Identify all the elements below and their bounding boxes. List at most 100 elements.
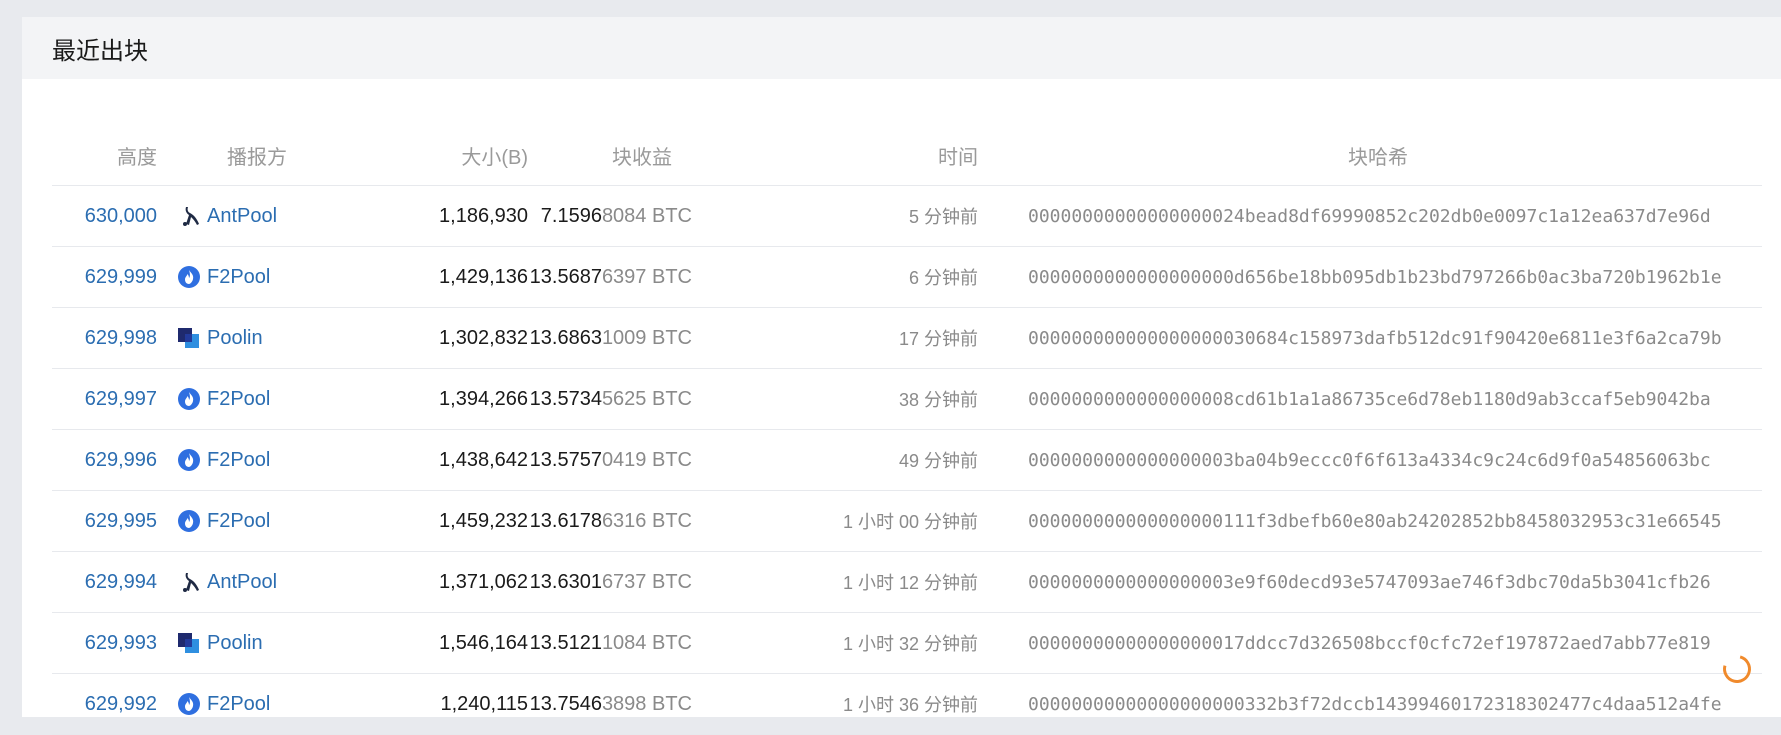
block-hash: 00000000000000000024bead8df69990852c202d… — [1028, 205, 1711, 227]
block-reward-main: 7.1596 — [540, 204, 602, 227]
pool-link[interactable]: AntPool — [207, 571, 277, 594]
header-hash: 块哈希 — [1348, 146, 1408, 169]
block-reward-cell: 13.6863 1009 BTC — [522, 308, 692, 368]
block-height-link[interactable]: 629,996 — [85, 449, 157, 472]
table-row: 629,999 F2Pool 1,429,136 13.5687 6397 BTC… — [52, 247, 1762, 308]
block-size-cell: 1,438,642 — [362, 430, 528, 490]
table-row: 629,993 Poolin 1,546,164 13.5121 1084 BTC… — [52, 613, 1762, 674]
block-hash-cell: 0000000000000000003e9f60decd93e5747093ae… — [1028, 552, 1748, 612]
f2pool-icon — [177, 509, 201, 533]
pool-link[interactable]: F2Pool — [207, 388, 270, 411]
table-row: 629,992 F2Pool 1,240,115 13.7546 3898 BTC… — [52, 674, 1762, 735]
block-height-link[interactable]: 629,997 — [85, 388, 157, 411]
block-reward-rest: 6316 BTC — [601, 509, 692, 532]
block-height-cell: 629,996 — [52, 430, 157, 490]
table-row: 629,997 F2Pool 1,394,266 13.5734 5625 BTC… — [52, 369, 1762, 430]
block-time-cell: 49 分钟前 — [752, 430, 978, 490]
block-reward-cell: 7.1596 8084 BTC — [532, 186, 692, 246]
block-reward-main: 13.7546 — [529, 692, 602, 715]
block-hash: 0000000000000000003ba04b9eccc0f6f613a433… — [1028, 449, 1711, 471]
antpool-icon — [177, 204, 201, 228]
block-hash: 00000000000000000000332b3f72dccb14399460… — [1028, 693, 1722, 715]
block-reward-main: 13.6863 — [529, 326, 602, 349]
block-reward-main: 13.5757 — [529, 448, 602, 471]
block-height-cell: 629,993 — [52, 613, 157, 673]
block-time-cell: 6 分钟前 — [752, 247, 978, 307]
block-time-cell: 1 小时 00 分钟前 — [752, 491, 978, 551]
block-height-link[interactable]: 630,000 — [85, 205, 157, 228]
block-size-cell: 1,240,115 — [362, 674, 529, 734]
block-reward-main: 13.6178 — [529, 509, 602, 532]
pool-link[interactable]: Poolin — [207, 632, 263, 655]
block-time: 17 分钟前 — [898, 329, 978, 349]
pool-link[interactable]: F2Pool — [207, 266, 270, 289]
pool-link[interactable]: AntPool — [207, 205, 277, 228]
table-row: 630,000 AntPool 1,186,930 7.1596 8084 BTC… — [52, 186, 1762, 247]
block-time-cell: 5 分钟前 — [752, 186, 978, 246]
block-reward-rest: 1084 BTC — [601, 631, 692, 654]
block-time-cell: 38 分钟前 — [752, 369, 978, 429]
header-reward: 块收益 — [612, 146, 672, 169]
block-reward-cell: 13.6301 6737 BTC — [522, 552, 692, 612]
block-reward-cell: 13.7546 3898 BTC — [522, 674, 692, 734]
block-height-link[interactable]: 629,995 — [85, 510, 157, 533]
block-size: 1,459,232 — [439, 509, 528, 532]
block-size: 1,438,642 — [439, 448, 528, 471]
block-reward-rest: 6397 BTC — [601, 265, 692, 288]
block-reward-cell: 13.6178 6316 BTC — [522, 491, 692, 551]
pool-link[interactable]: F2Pool — [207, 693, 270, 716]
poolin-icon — [177, 631, 201, 655]
block-reward-main: 13.5687 — [529, 265, 602, 288]
block-time-cell: 17 分钟前 — [752, 308, 978, 368]
block-size: 1,546,164 — [439, 631, 528, 654]
block-hash: 0000000000000000000d656be18bb095db1b23bd… — [1028, 266, 1722, 288]
block-hash-cell: 0000000000000000000d656be18bb095db1b23bd… — [1028, 247, 1748, 307]
block-height-link[interactable]: 629,999 — [85, 266, 157, 289]
block-time-cell: 1 小时 32 分钟前 — [752, 613, 978, 673]
header-time: 时间 — [938, 146, 978, 169]
block-hash-cell: 0000000000000000003ba04b9eccc0f6f613a433… — [1028, 430, 1748, 490]
pool-link[interactable]: F2Pool — [207, 510, 270, 533]
block-time: 1 小时 36 分钟前 — [842, 695, 978, 715]
block-height-link[interactable]: 629,993 — [85, 632, 157, 655]
header-size: 大小(B) — [461, 146, 528, 169]
f2pool-icon — [177, 692, 201, 716]
block-hash: 0000000000000000008cd61b1a1a86735ce6d78e… — [1028, 388, 1711, 410]
block-size: 1,302,832 — [439, 326, 528, 349]
block-time: 38 分钟前 — [898, 390, 978, 410]
block-size: 1,186,930 — [439, 204, 528, 227]
block-size: 1,371,062 — [439, 570, 528, 593]
block-reward-rest: 5625 BTC — [601, 387, 692, 410]
block-reward-cell: 13.5121 1084 BTC — [522, 613, 692, 673]
table-row: 629,998 Poolin 1,302,832 13.6863 1009 BTC… — [52, 308, 1762, 369]
block-size-cell: 1,302,832 — [362, 308, 528, 368]
block-hash-cell: 00000000000000000024bead8df69990852c202d… — [1028, 186, 1748, 246]
block-height-link[interactable]: 629,994 — [85, 571, 157, 594]
block-time: 5 分钟前 — [908, 207, 978, 227]
table-body: 630,000 AntPool 1,186,930 7.1596 8084 BTC… — [52, 186, 1762, 735]
recent-blocks-panel: 最近出块 高度 播报方 大小(B) 块收益 时间 块哈希 630,000 Ant… — [22, 17, 1781, 735]
antpool-icon — [177, 570, 201, 594]
poolin-icon — [177, 326, 201, 350]
block-time-cell: 1 小时 12 分钟前 — [752, 552, 978, 612]
block-height-link[interactable]: 629,998 — [85, 327, 157, 350]
block-reward-rest: 3898 BTC — [601, 692, 692, 715]
block-hash-cell: 00000000000000000017ddcc7d326508bccf0cfc… — [1028, 613, 1748, 673]
block-hash: 0000000000000000003e9f60decd93e5747093ae… — [1028, 571, 1711, 593]
block-hash-cell: 0000000000000000008cd61b1a1a86735ce6d78e… — [1028, 369, 1748, 429]
pool-link[interactable]: F2Pool — [207, 449, 270, 472]
block-height-link[interactable]: 629,992 — [85, 693, 157, 716]
block-time: 1 小时 12 分钟前 — [842, 573, 978, 593]
block-size-cell: 1,546,164 — [362, 613, 528, 673]
block-size: 1,394,266 — [439, 387, 528, 410]
block-height-cell: 629,998 — [52, 308, 157, 368]
block-reward-rest: 0419 BTC — [601, 448, 692, 471]
block-height-cell: 629,995 — [52, 491, 157, 551]
block-time: 49 分钟前 — [898, 451, 978, 471]
block-size-cell: 1,394,266 — [362, 369, 528, 429]
block-hash: 000000000000000000030684c158973dafb512dc… — [1028, 327, 1722, 349]
pool-link[interactable]: Poolin — [207, 327, 263, 350]
block-height-cell: 629,994 — [52, 552, 157, 612]
f2pool-icon — [177, 387, 201, 411]
block-size-cell: 1,186,930 — [362, 186, 528, 246]
